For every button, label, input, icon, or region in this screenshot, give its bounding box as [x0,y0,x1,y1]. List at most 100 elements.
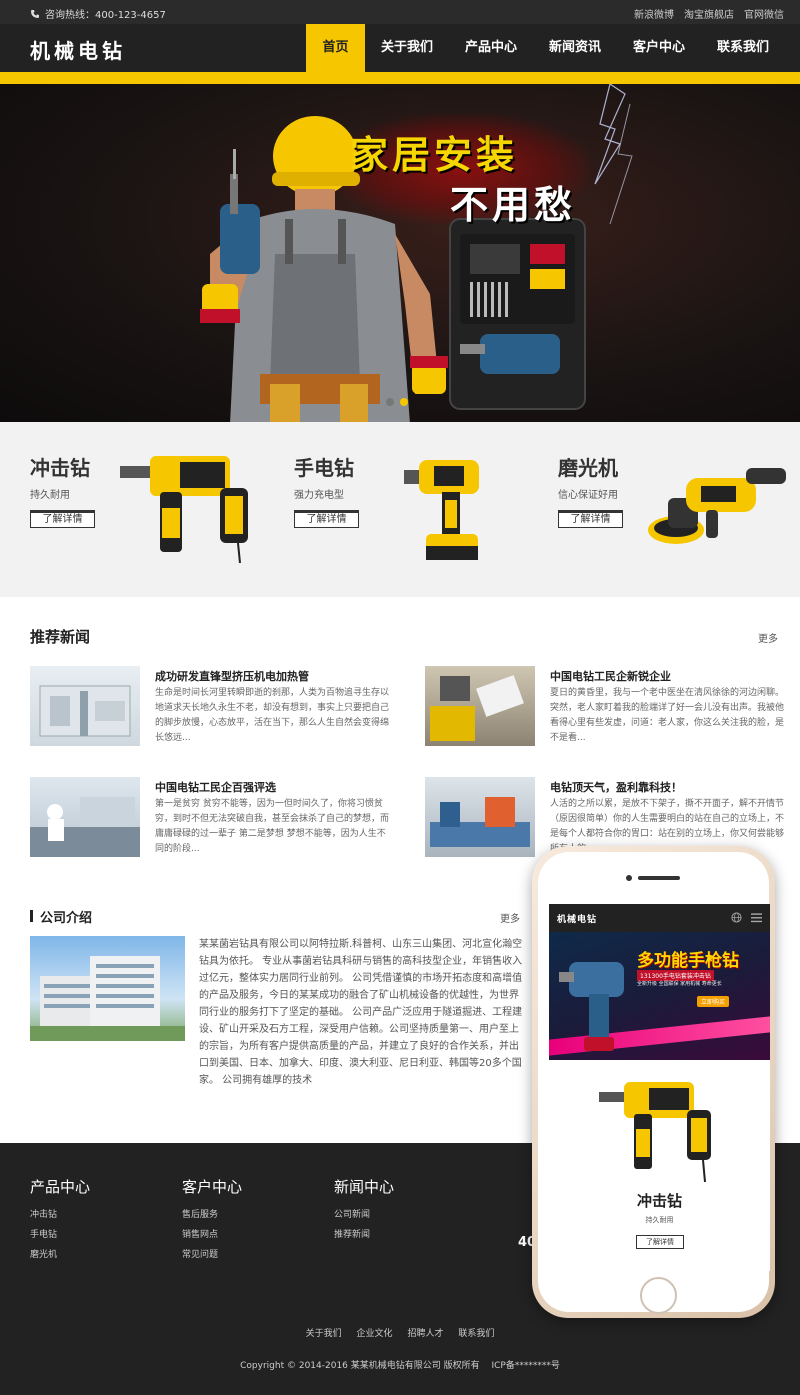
news-description: 夏日的黄昏里，我与一个老中医坐在清风徐徐的河边闲聊。突然，老人家盯着我的脸端详了… [550,688,785,743]
phone-screen: 机械电钻 多功能手枪钻 131300手电钻套装冲击钻 全新升级 全国联保 家用机… [549,904,770,1271]
taobao-link[interactable]: 淘宝旗舰店 [684,6,734,21]
footer-link[interactable]: 销售网点 [182,1227,242,1240]
slider-dots [386,398,408,406]
product-subtitle: 强力充电型 [294,490,344,501]
product-card-polisher[interactable]: 磨光机 信心保证好用 了解详情 [528,422,792,597]
footer-link[interactable]: 推荐新闻 [334,1227,394,1240]
product-title: 手电钻 [294,456,354,480]
mobile-drill-image [559,962,624,1051]
site-logo[interactable]: 机械电钻 [30,35,126,64]
hero-banner[interactable]: 家居安装 不用愁 [0,84,800,422]
mobile-preview-phone: 机械电钻 多功能手枪钻 131300手电钻套装冲击钻 全新升级 全国联保 家用机… [532,846,775,1318]
nav-products[interactable]: 产品中心 [449,24,533,72]
slider-dot-2[interactable] [400,398,408,406]
mobile-product-title: 冲击钻 [636,1192,682,1210]
product-title: 冲击钻 [30,456,90,480]
footer-bottom-link[interactable]: 企业文化 [357,1329,393,1339]
lightning-graphic [594,84,633,225]
about-text: 某某菌岩钻具有限公司以阿特拉斯.科普柯、山东三山集团、河北宣化瀚空钻具为依托。 … [199,939,523,1086]
product-strip: 冲击钻 持久耐用 了解详情 手电钻 强力充电型 了解详情 磨光机 信心保证好用 … [0,422,800,597]
polisher-image [648,468,786,544]
top-links: 新浪微博 淘宝旗舰店 官网微信 [634,6,784,21]
mobile-product-image [599,1082,711,1183]
footer-col-products: 产品中心 冲击钻 手电钻 磨光机 [30,1176,90,1267]
footer-col-heading[interactable]: 客户中心 [182,1176,242,1197]
mobile-details-button[interactable]: 了解详情 [636,1235,684,1249]
company-building-image [30,936,185,1041]
page: 咨询热线：400-123-4657 新浪微博 淘宝旗舰店 官网微信 机械电钻 首… [0,0,800,1395]
product-card-hand-drill[interactable]: 手电钻 强力充电型 了解详情 [264,422,528,597]
news-description: 第一是贫穷 贫穷不能等，因为一但时间久了，你将习惯贫穷，到时不但无法突破自我，甚… [155,799,390,854]
phone-camera [626,875,632,881]
footer-link[interactable]: 磨光机 [30,1247,90,1260]
news-title[interactable]: 中国电钻工民企百强评选 [155,779,276,795]
factory-image [39,685,131,737]
product-card-impact-drill[interactable]: 冲击钻 持久耐用 了解详情 [0,422,264,597]
footer-bottom-link[interactable]: 关于我们 [306,1329,342,1339]
footer-col-heading[interactable]: 产品中心 [30,1176,90,1197]
wechat-link[interactable]: 官网微信 [744,6,784,21]
copyright: Copyright © 2014-2016 某某机械电钻有限公司 版权所有 IC… [240,1361,560,1371]
footer-link[interactable]: 公司新闻 [334,1207,394,1220]
footer-link[interactable]: 手电钻 [30,1227,90,1240]
phone-home-button [640,1277,677,1314]
news-more-link[interactable]: 更多 [758,630,778,645]
nav-customers[interactable]: 客户中心 [617,24,701,72]
lab-image [30,797,140,857]
footer-col-news: 新闻中心 公司新闻 推荐新闻 [334,1176,394,1247]
news-item[interactable]: 电钻顶天气，盈利靠科技！ 人活的之所以累，是放不下架子，撕不开面子，解不开情节（… [425,777,795,857]
nav-about[interactable]: 关于我们 [365,24,449,72]
mobile-banner[interactable]: 多功能手枪钻 131300手电钻套装冲击钻 全新升级 全国联保 家用机械 寿命更… [549,932,770,1060]
product-details-button[interactable]: 了解详情 [558,510,623,528]
building-graphic [30,956,185,1041]
product-subtitle: 信心保证好用 [558,490,618,501]
about-title-bar [30,910,33,922]
footer-link[interactable]: 冲击钻 [30,1207,90,1220]
footer-col-customers: 客户中心 售后服务 销售网点 常见问题 [182,1176,242,1267]
phone-icon [31,9,39,18]
weibo-link[interactable]: 新浪微博 [634,6,674,21]
footer-link[interactable]: 常见问题 [182,1247,242,1260]
mobile-header: 机械电钻 [549,904,770,932]
phone-bezel: 机械电钻 多功能手枪钻 131300手电钻套装冲击钻 全新升级 全国联保 家用机… [538,852,770,1314]
about-more-link[interactable]: 更多 [500,910,520,925]
phone-speaker [638,876,680,880]
header-accent-strip [0,72,800,84]
footer-col-heading[interactable]: 新闻中心 [334,1176,394,1197]
news-section-title: 推荐新闻 [30,628,91,646]
top-bar: 咨询热线：400-123-4657 新浪微博 淘宝旗舰店 官网微信 [0,0,800,24]
mobile-logo[interactable]: 机械电钻 [557,912,597,925]
mobile-buy-button[interactable]: 立即购买 [697,996,730,1007]
machinery-image [430,675,524,741]
nav-contact[interactable]: 联系我们 [701,24,785,72]
menu-icon[interactable] [751,913,762,923]
news-title[interactable]: 成功研发直锋型挤压机电加热管 [155,668,309,684]
globe-icon[interactable] [731,912,742,923]
news-title[interactable]: 中国电钻工民企新锐企业 [550,668,671,684]
news-item[interactable]: 中国电钻工民企新锐企业 夏日的黄昏里，我与一个老中医坐在清风徐徐的河边闲聊。突然… [425,666,795,746]
product-details-button[interactable]: 了解详情 [294,510,359,528]
banner-headline-1: 家居安装 [350,132,519,177]
slider-dot-1[interactable] [386,398,394,406]
header: 机械电钻 首页 关于我们 产品中心 新闻资讯 客户中心 联系我们 [0,24,800,72]
nav-home[interactable]: 首页 [306,24,365,72]
news-title[interactable]: 电钻顶天气，盈利靠科技！ [550,779,682,795]
hand-drill-image [404,460,479,560]
product-details-button[interactable]: 了解详情 [30,510,95,528]
footer-bottom-link[interactable]: 联系我们 [458,1329,494,1339]
news-item[interactable]: 中国电钻工民企百强评选 第一是贫穷 贫穷不能等，因为一但时间久了，你将习惯贫穷，… [30,777,400,857]
product-title: 磨光机 [558,456,618,480]
footer-bottom-link[interactable]: 招聘人才 [407,1329,443,1339]
main-nav: 首页 关于我们 产品中心 新闻资讯 客户中心 联系我们 [306,24,785,72]
news-thumbnail [30,777,140,857]
news-thumbnail [425,666,535,746]
product-subtitle: 持久耐用 [30,490,70,501]
toolcase-illustration [449,218,586,410]
impact-drill-image [120,456,248,563]
news-item[interactable]: 成功研发直锋型挤压机电加热管 生命是时间长河里转瞬即逝的刹那，人类为百物追寻生存… [30,666,400,746]
footer-bottom-links: 关于我们 企业文化 招聘人才 联系我们 [0,1326,800,1339]
news-thumbnail [425,777,535,857]
nav-news[interactable]: 新闻资讯 [533,24,617,72]
mobile-banner-tags: 全新升级 全国联保 家用机械 寿命更长 [637,981,722,987]
footer-link[interactable]: 售后服务 [182,1207,242,1220]
